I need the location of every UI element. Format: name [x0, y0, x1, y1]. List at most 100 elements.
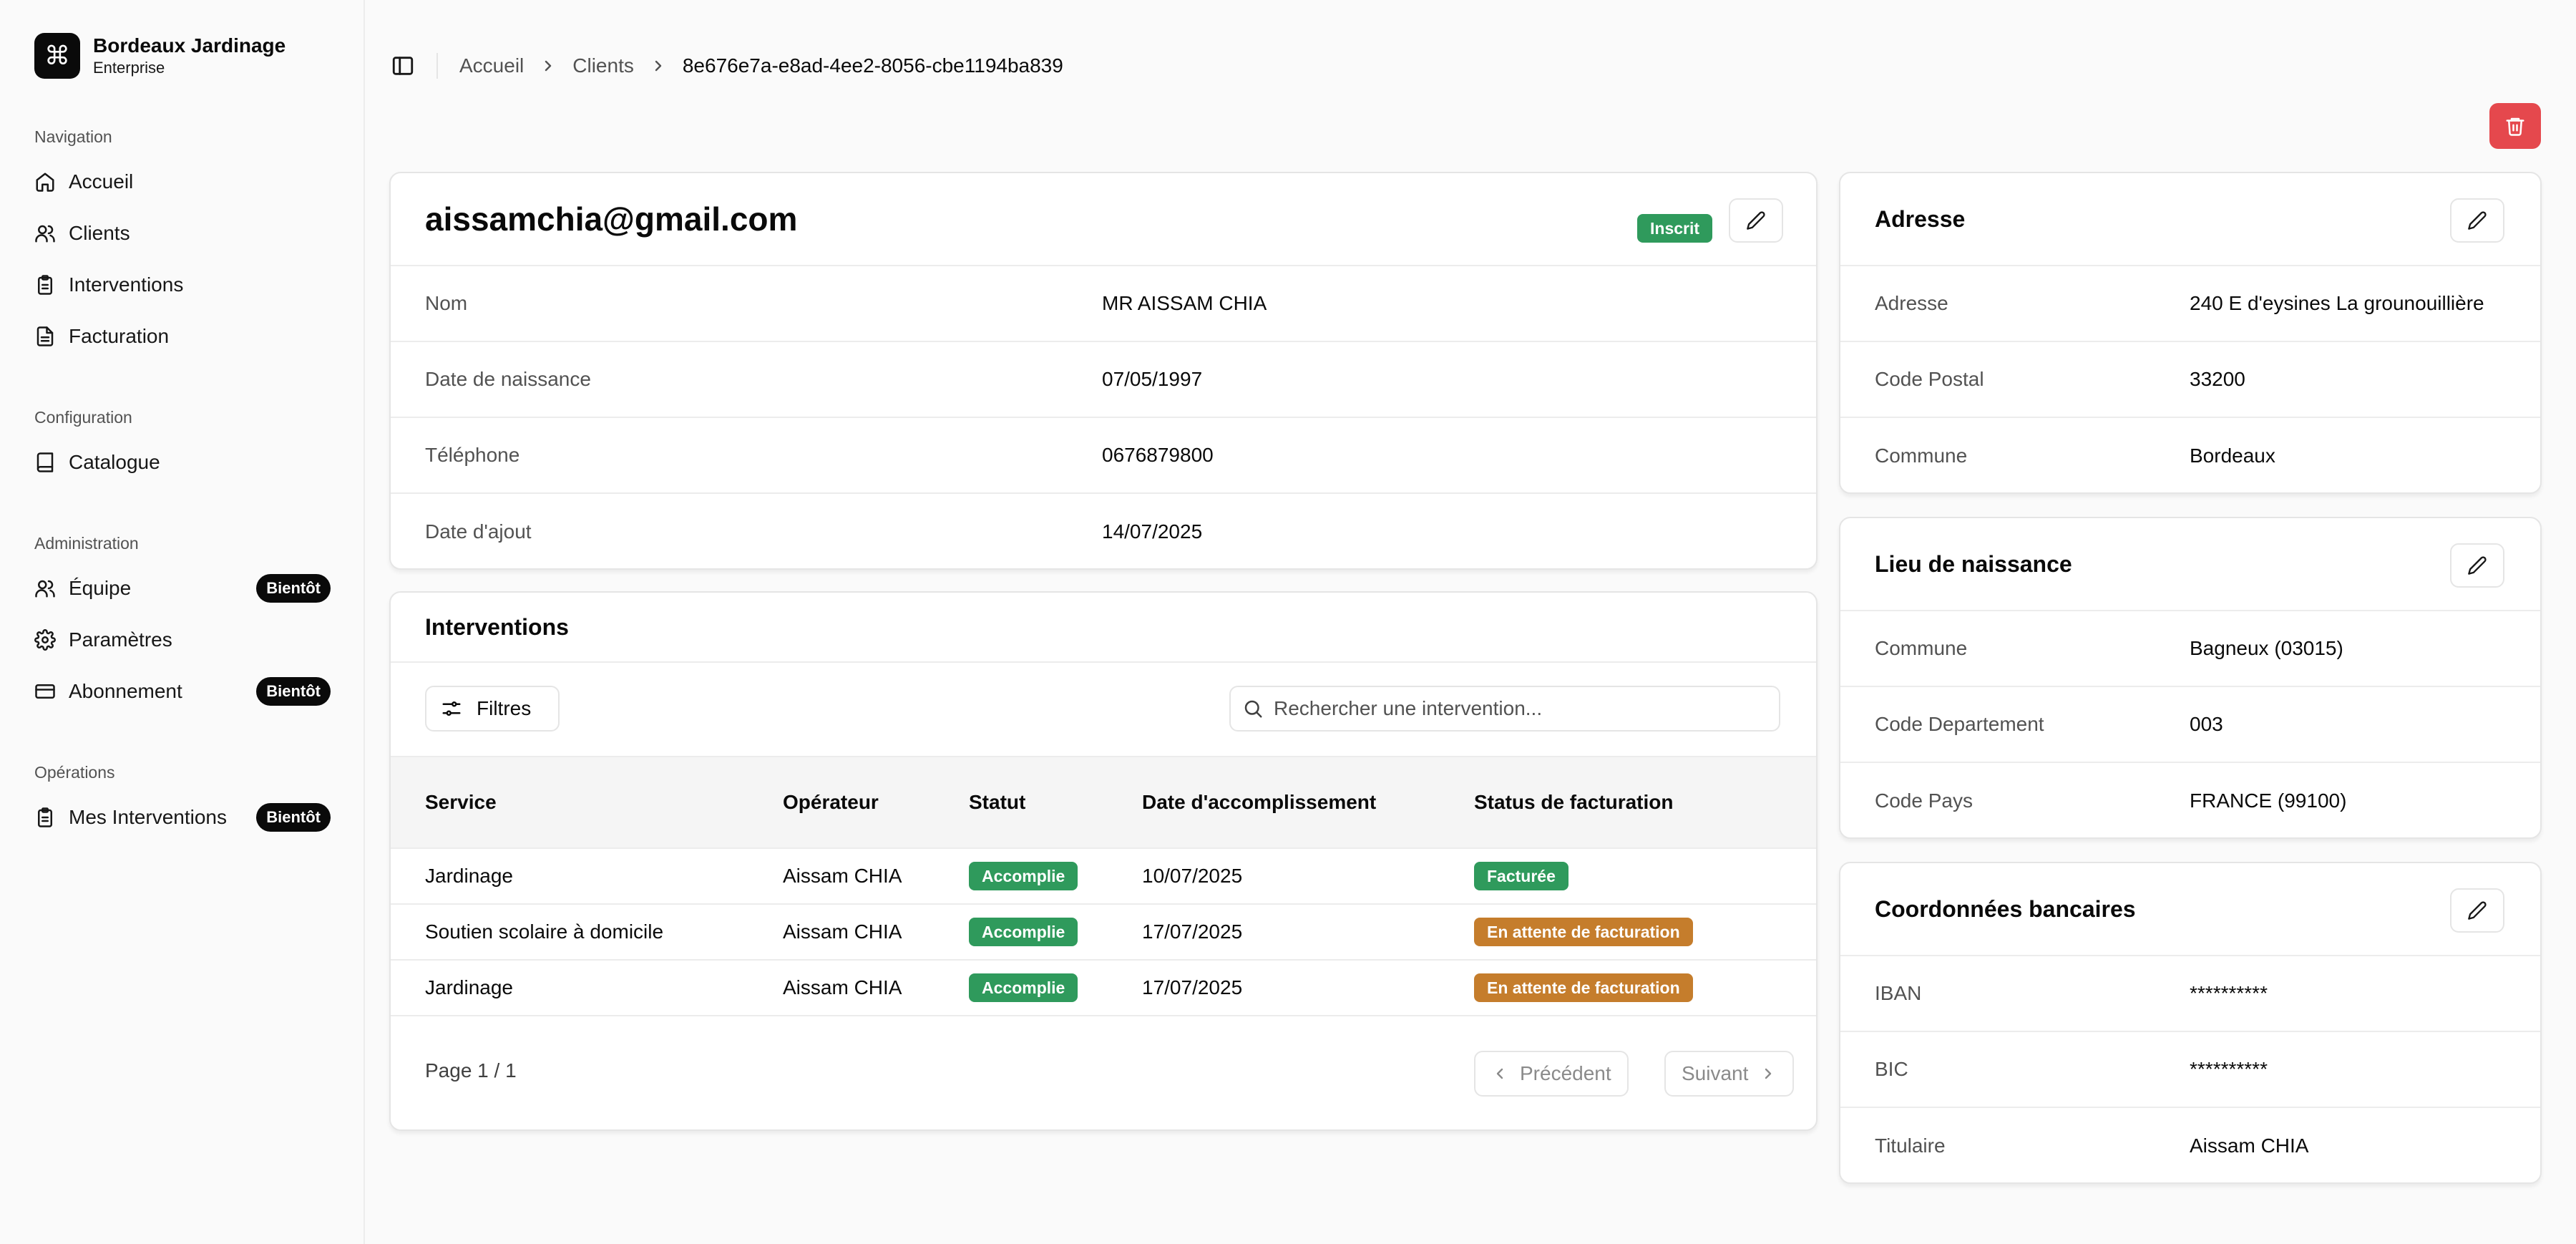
status-badge: Accomplie: [969, 973, 1078, 1002]
field-row-commune-naissance: Commune Bagneux (03015): [1840, 611, 2540, 687]
search-icon: [1242, 698, 1264, 719]
field-row-bic: BIC **********: [1840, 1032, 2540, 1108]
field-label: Nom: [425, 292, 467, 315]
sidebar-item-interventions[interactable]: Interventions: [29, 263, 341, 306]
field-row-code-postal: Code Postal 33200: [1840, 342, 2540, 418]
sidebar-toggle-icon[interactable]: [391, 54, 415, 78]
birthplace-card: Lieu de naissance Commune Bagneux (03015…: [1839, 517, 2542, 839]
billing-status-badge: En attente de facturation: [1474, 918, 1693, 946]
sidebar-item-label: Mes Interventions: [69, 806, 227, 829]
sidebar-item-label: Interventions: [69, 273, 183, 296]
cell-service: Jardinage: [391, 848, 783, 904]
interventions-card: Interventions Filtres Service Opérateur …: [389, 591, 1818, 1131]
clipboard-icon: [34, 807, 56, 828]
field-label: Code Pays: [1875, 789, 1973, 812]
brand-logo: ⌘: [34, 33, 80, 79]
delete-client-button[interactable]: [2489, 103, 2541, 149]
cell-date: 10/07/2025: [1142, 848, 1474, 904]
sidebar-item-label: Paramètres: [69, 628, 172, 651]
breadcrumb-clients[interactable]: Clients: [572, 54, 634, 77]
nav-group-label-operations: Opérations: [34, 763, 115, 782]
table-row[interactable]: Jardinage Aissam CHIA Accomplie 10/07/20…: [391, 848, 1816, 904]
table-row[interactable]: Jardinage Aissam CHIA Accomplie 17/07/20…: [391, 960, 1816, 1016]
interventions-title: Interventions: [425, 614, 569, 641]
sidebar-item-label: Facturation: [69, 325, 169, 348]
field-value: 33200: [2190, 368, 2245, 391]
breadcrumb-current: 8e676e7a-e8ad-4ee2-8056-cbe1194ba839: [683, 54, 1063, 77]
field-row-iban: IBAN **********: [1840, 956, 2540, 1032]
clipboard-icon: [34, 274, 56, 296]
filters-label: Filtres: [477, 697, 531, 720]
edit-birthplace-button[interactable]: [2450, 543, 2504, 588]
edit-bank-button[interactable]: [2450, 888, 2504, 933]
edit-client-button[interactable]: [1729, 198, 1783, 243]
main-content: Accueil Clients 8e676e7a-e8ad-4ee2-8056-…: [366, 10, 2566, 1244]
nav-group-label-configuration: Configuration: [34, 408, 132, 427]
column-header-date[interactable]: Date d'accomplissement: [1142, 757, 1474, 848]
status-badge: Inscrit: [1637, 214, 1712, 243]
sidebar-item-abonnement[interactable]: Abonnement Bientôt: [29, 670, 341, 713]
cell-date: 17/07/2025: [1142, 960, 1474, 1016]
table-row[interactable]: Soutien scolaire à domicile Aissam CHIA …: [391, 904, 1816, 960]
field-row-telephone: Téléphone 0676879800: [391, 418, 1816, 494]
field-row-date-naissance: Date de naissance 07/05/1997: [391, 342, 1816, 418]
pencil-icon: [2467, 555, 2487, 575]
brand[interactable]: ⌘ Bordeaux Jardinage Enterprise: [34, 33, 286, 79]
column-header-facturation[interactable]: Status de facturation: [1474, 757, 1816, 848]
sidebar-item-facturation[interactable]: Facturation: [29, 315, 341, 358]
address-title: Adresse: [1875, 206, 1965, 233]
table-header-row: Service Opérateur Statut Date d'accompli…: [391, 757, 1816, 848]
field-row-titulaire: Titulaire Aissam CHIA: [1840, 1108, 2540, 1184]
breadcrumb-accueil[interactable]: Accueil: [459, 54, 524, 77]
sidebar-item-label: Catalogue: [69, 451, 160, 474]
coming-soon-badge: Bientôt: [256, 574, 331, 603]
cell-date: 17/07/2025: [1142, 904, 1474, 960]
field-value: 240 E d'eysines La grounouillière: [2190, 292, 2484, 315]
cell-service: Jardinage: [391, 960, 783, 1016]
birthplace-title: Lieu de naissance: [1875, 551, 2072, 578]
previous-page-button[interactable]: Précédent: [1474, 1051, 1629, 1097]
bank-title: Coordonnées bancaires: [1875, 896, 2136, 923]
field-value: Bagneux (03015): [2190, 637, 2343, 660]
field-row-date-ajout: Date d'ajout 14/07/2025: [391, 494, 1816, 570]
field-label: Commune: [1875, 637, 1967, 660]
field-row-adresse: Adresse 240 E d'eysines La grounouillièr…: [1840, 266, 2540, 342]
file-text-icon: [34, 326, 56, 347]
sidebar-item-mes-interventions[interactable]: Mes Interventions Bientôt: [29, 796, 341, 839]
field-value: 003: [2190, 713, 2223, 736]
nav-group-label-administration: Administration: [34, 534, 139, 553]
field-value: **********: [2190, 982, 2268, 1005]
coming-soon-badge: Bientôt: [256, 677, 331, 706]
field-value: 0676879800: [1102, 444, 1214, 467]
edit-address-button[interactable]: [2450, 198, 2504, 243]
brand-plan: Enterprise: [93, 58, 286, 78]
column-header-operateur[interactable]: Opérateur: [783, 757, 969, 848]
sidebar-item-label: Équipe: [69, 577, 131, 600]
cell-service: Soutien scolaire à domicile: [391, 904, 783, 960]
search-input[interactable]: [1274, 697, 1760, 720]
chevron-right-icon: [540, 57, 557, 74]
sidebar-item-clients[interactable]: Clients: [29, 212, 341, 255]
next-label: Suivant: [1682, 1062, 1748, 1085]
field-row-code-departement: Code Departement 003: [1840, 687, 2540, 763]
coming-soon-badge: Bientôt: [256, 803, 331, 832]
sidebar-item-label: Abonnement: [69, 680, 182, 703]
next-page-button[interactable]: Suivant: [1664, 1051, 1794, 1097]
credit-card-icon: [34, 681, 56, 702]
sidebar-item-catalogue[interactable]: Catalogue: [29, 441, 341, 484]
sidebar-item-parametres[interactable]: Paramètres: [29, 618, 341, 661]
column-header-statut[interactable]: Statut: [969, 757, 1142, 848]
field-label: Téléphone: [425, 444, 519, 467]
client-card: aissamchia@gmail.com Inscrit Nom MR AISS…: [389, 172, 1818, 570]
divider: [436, 53, 438, 79]
field-label: Adresse: [1875, 292, 1948, 315]
filters-button[interactable]: Filtres: [425, 686, 560, 732]
sidebar-item-accueil[interactable]: Accueil: [29, 160, 341, 203]
field-row-commune: Commune Bordeaux: [1840, 418, 2540, 494]
breadcrumb: Accueil Clients 8e676e7a-e8ad-4ee2-8056-…: [459, 54, 1063, 77]
column-header-service[interactable]: Service: [391, 757, 783, 848]
sidebar-item-equipe[interactable]: Équipe Bientôt: [29, 567, 341, 610]
field-value: 14/07/2025: [1102, 520, 1202, 543]
chevron-right-icon: [1760, 1065, 1777, 1082]
field-row-nom: Nom MR AISSAM CHIA: [391, 266, 1816, 342]
